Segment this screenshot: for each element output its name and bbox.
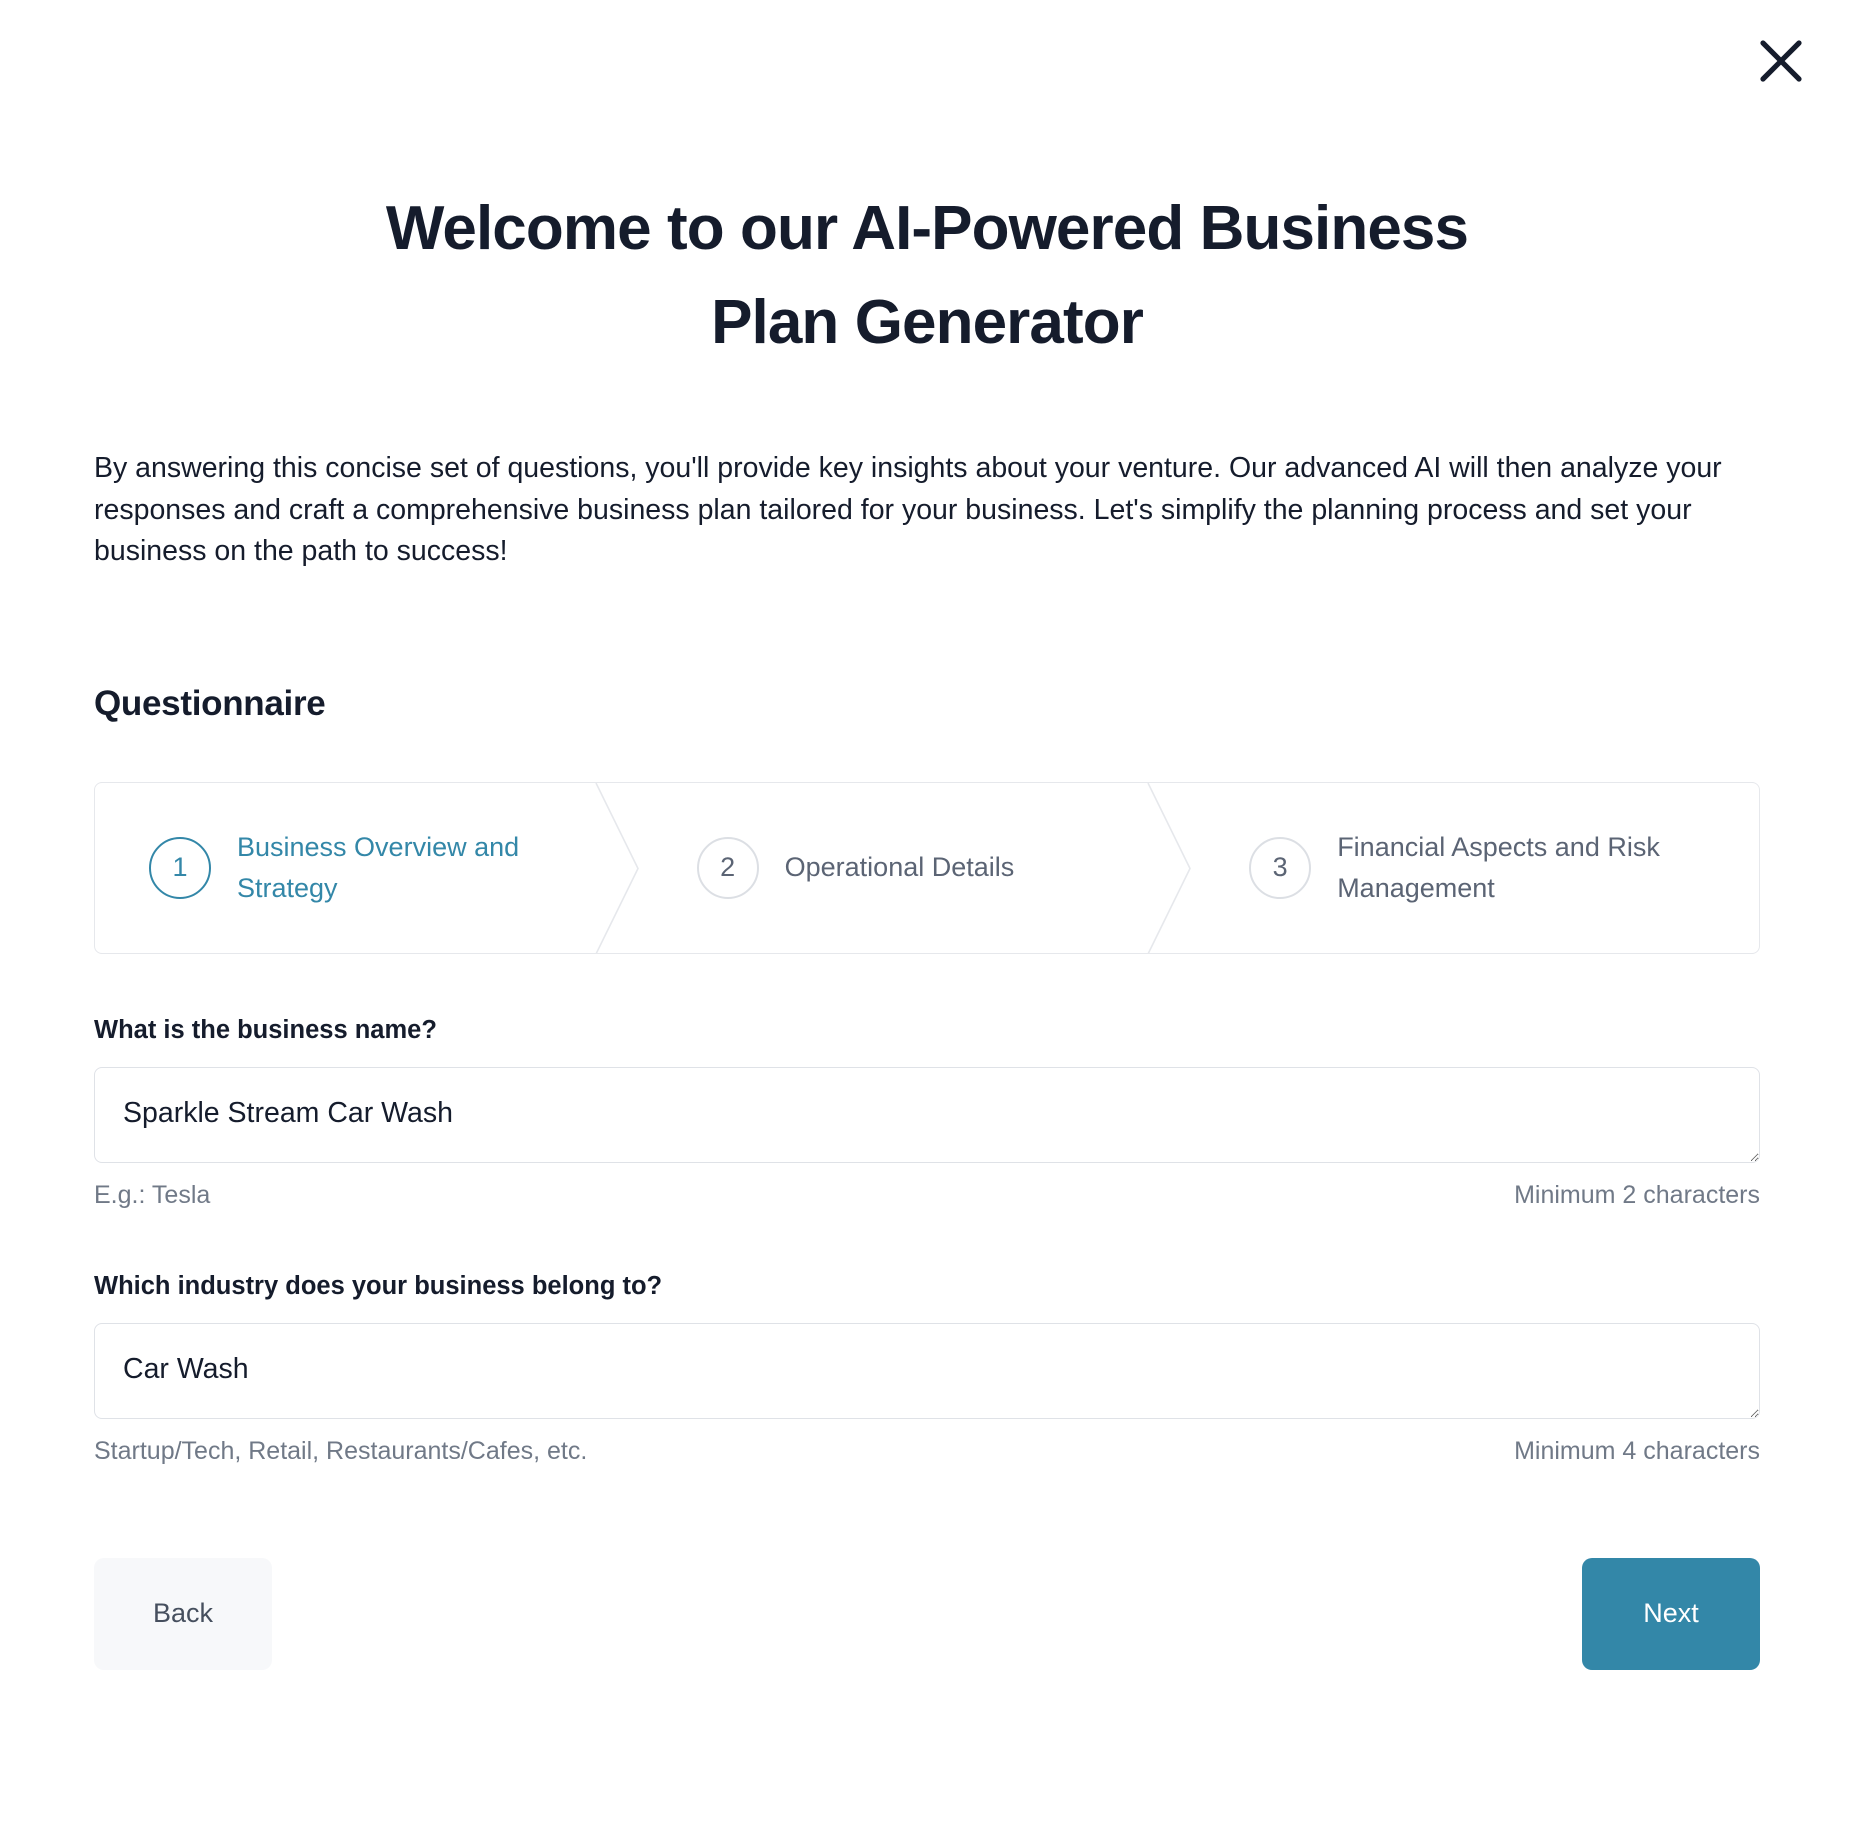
close-icon[interactable] [1750,30,1812,92]
stepper-step-2[interactable]: 2 Operational Details [617,782,1192,953]
field-business-name: What is the business name? E.g.: Tesla M… [94,1016,1760,1210]
section-title-questionnaire: Questionnaire [94,683,326,723]
step-label-2: Operational Details [784,852,1015,883]
stepper: 1 Business Overview and Strategy 2 Opera… [94,781,1760,954]
field-label-business-name: What is the business name? [94,1015,437,1044]
step-number-1: 1 [149,836,211,899]
step-label-3: Financial Aspects and Risk Management [1337,831,1660,903]
stepper-step-1[interactable]: 1 Business Overview and Strategy [95,782,639,953]
helper-example-industry: Startup/Tech, Retail, Restaurants/Cafes,… [94,1436,588,1465]
business-plan-generator-modal: Welcome to our AI-Powered Business Plan … [0,0,1854,1832]
business-name-input[interactable] [94,1066,1760,1163]
modal-footer: Back Next [94,1557,1760,1730]
modal-content: Welcome to our AI-Powered Business Plan … [0,0,1854,1730]
helper-row-industry: Startup/Tech, Retail, Restaurants/Cafes,… [94,1437,1760,1466]
industry-input[interactable] [94,1322,1760,1419]
helper-example-business-name: E.g.: Tesla [94,1180,211,1209]
next-button[interactable]: Next [1582,1557,1760,1670]
field-industry: Which industry does your business belong… [94,1272,1760,1466]
helper-minimum-industry: Minimum 4 characters [1514,1436,1760,1465]
helper-minimum-business-name: Minimum 2 characters [1514,1180,1760,1209]
page-title: Welcome to our AI-Powered Business Plan … [385,194,1469,358]
step-label-1: Business Overview and Strategy [237,831,520,903]
helper-row-business-name: E.g.: Tesla Minimum 2 characters [94,1181,1760,1210]
back-button[interactable]: Back [94,1557,272,1670]
field-label-industry: Which industry does your business belong… [94,1271,663,1300]
intro-paragraph: By answering this concise set of questio… [94,452,1722,567]
step-number-3: 3 [1249,836,1312,899]
stepper-step-3[interactable]: 3 Financial Aspects and Risk Management [1169,783,1759,953]
step-number-2: 2 [696,836,759,899]
